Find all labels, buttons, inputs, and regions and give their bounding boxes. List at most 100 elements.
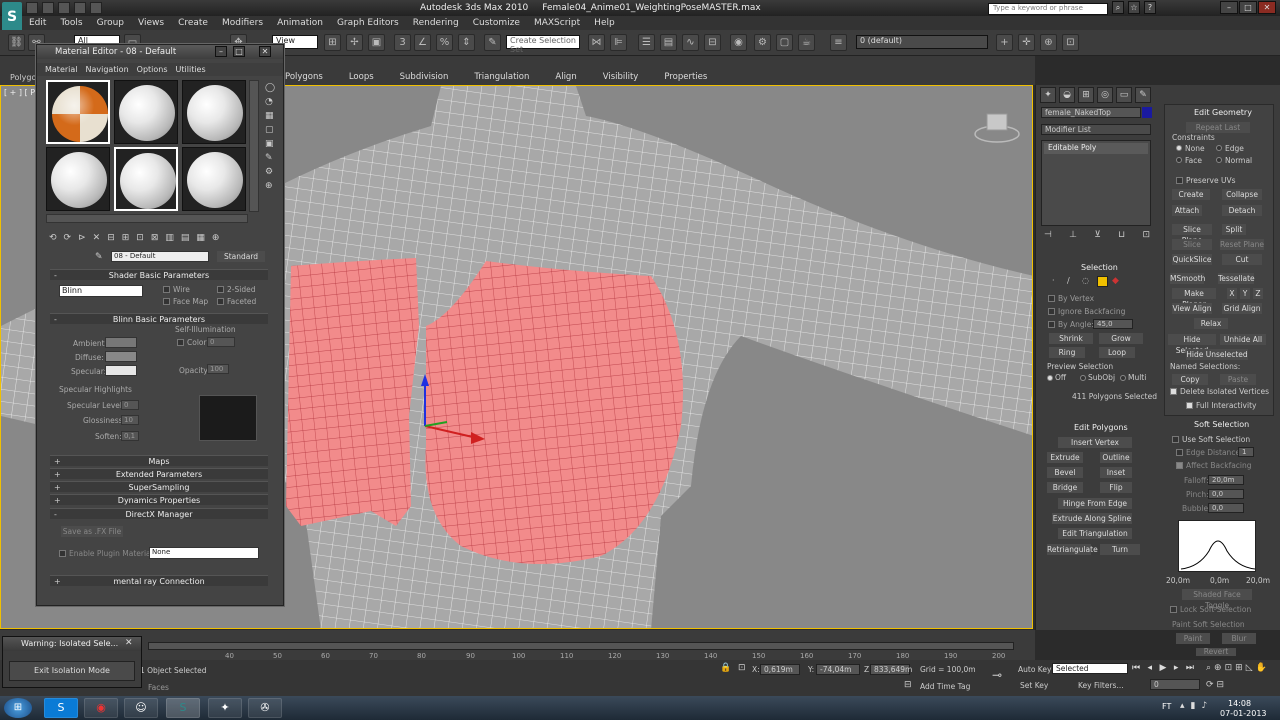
by-angle-checkbox[interactable] [1048,321,1055,328]
by-angle-value[interactable]: 45,0 [1093,319,1133,329]
orbit-icon[interactable]: ⟳ [1206,680,1214,694]
warning-close-icon[interactable]: ✕ [125,638,133,648]
constraint-edge-radio[interactable] [1216,145,1222,151]
material-slot-2[interactable] [114,80,178,144]
chrome-taskbar-icon[interactable]: ◉ [84,698,118,718]
auto-key-button[interactable]: Auto Key [1018,665,1051,674]
video-check-icon[interactable]: ▣ [265,139,277,149]
put-to-library-icon[interactable]: ⊡ [136,233,144,245]
attach-button[interactable]: Attach [1172,205,1202,216]
assign-material-icon[interactable]: ⊳ [78,233,86,245]
layer-manager-icon[interactable]: ☰ [638,34,655,51]
menu-views[interactable]: Views [138,18,164,28]
soft-selection-header[interactable]: Soft Selection [1194,420,1249,429]
constraint-face-radio[interactable] [1176,157,1182,163]
render-frame-icon[interactable]: ▢ [776,34,793,51]
zoom-all-icon[interactable]: ⊕ [1214,663,1222,677]
select-manipulate-icon[interactable]: ✢ [346,34,363,51]
polygon-level-icon[interactable] [1097,276,1108,287]
close-button[interactable]: ✕ [1258,1,1276,14]
material-slot-5[interactable] [114,147,178,211]
skype-taskbar-icon[interactable]: S [44,698,78,718]
menu-modifiers[interactable]: Modifiers [222,18,263,28]
flip-button[interactable]: Flip [1100,482,1132,493]
shaded-face-toggle-button[interactable]: Shaded Face Toggle [1182,589,1252,610]
network-icon[interactable]: ▮ [1191,701,1196,715]
turn-button[interactable]: Turn [1100,544,1140,555]
shrink-button[interactable]: Shrink [1049,333,1093,344]
directx-rollout[interactable]: - DirectX Manager [50,508,268,519]
wire-checkbox[interactable] [163,286,170,293]
render-icon[interactable]: ☕ [798,34,815,51]
stack-item-editable-poly[interactable]: Editable Poly [1044,143,1148,154]
save-fx-button[interactable]: Save as .FX File [61,526,123,537]
remove-modifier-icon[interactable]: ⊔ [1118,230,1125,242]
self-illum-value[interactable]: 0 [207,337,235,347]
curve-editor-icon[interactable]: ∿ [682,34,699,51]
self-illum-color-checkbox[interactable] [177,339,184,346]
shader-dropdown[interactable]: Blinn [59,285,143,297]
detach-button[interactable]: Detach [1222,205,1262,216]
time-tag-icon[interactable]: ⊟ [904,680,912,690]
material-slot-6[interactable] [182,147,246,211]
play-icon[interactable]: ▶ [1160,663,1167,675]
named-selection-dropdown[interactable]: Create Selection Set [506,35,580,54]
viewcube[interactable] [974,113,1020,143]
redo-icon[interactable] [90,2,102,14]
menu-tools[interactable]: Tools [60,18,82,28]
make-unique-icon[interactable]: ⊻ [1094,230,1101,242]
cut-button[interactable]: Cut [1222,254,1262,265]
menu-animation[interactable]: Animation [277,18,323,28]
search-icon[interactable]: ⌕ [1112,1,1124,14]
edge-distance-value[interactable]: 1 [1238,447,1254,457]
edit-named-sel-icon[interactable]: ✎ [484,34,501,51]
preview-multi-radio[interactable] [1120,375,1126,381]
utilities-panel-icon[interactable]: ✎ [1135,87,1151,103]
relax-button[interactable]: Relax [1194,318,1228,329]
tab-polygons[interactable]: Polygons [285,72,323,85]
me-close-button[interactable]: ✕ [259,46,271,57]
show-end-result-icon[interactable]: ▤ [181,233,190,245]
supersampling-rollout[interactable]: + SuperSampling [50,481,268,492]
hide-unselected-button[interactable]: Hide Unselected [1186,349,1248,360]
quickslice-button[interactable]: QuickSlice [1172,254,1212,265]
link-icon[interactable]: ⛓ [8,34,25,51]
falloff-value[interactable]: 20,0m [1208,475,1244,485]
menu-graph-editors[interactable]: Graph Editors [337,18,399,28]
tray-arrow-icon[interactable]: ▴ [1180,701,1185,715]
two-sided-checkbox[interactable] [217,286,224,293]
clock-time[interactable]: 14:08 [1228,699,1251,708]
ambient-swatch[interactable] [105,337,137,348]
pick-material-icon[interactable]: ✎ [95,252,103,262]
bubble-value[interactable]: 0,0 [1208,503,1244,513]
mirror-icon[interactable]: ⋈ [588,34,605,51]
language-indicator[interactable]: FT [1162,702,1171,711]
slots-hscrollbar[interactable] [46,214,248,223]
new-file-icon[interactable] [26,2,38,14]
blinn-rollout-header[interactable]: - Blinn Basic Parameters [50,313,268,324]
copy-button[interactable]: Copy [1172,374,1208,385]
align-icon[interactable]: ⊫ [610,34,627,51]
constraint-normal-radio[interactable] [1216,157,1222,163]
outline-button[interactable]: Outline [1100,452,1132,463]
tab-subdivision[interactable]: Subdivision [400,72,449,85]
exit-isolation-button[interactable]: Exit Isolation Mode [9,661,135,681]
edge-level-icon[interactable]: ∕ [1067,276,1078,287]
tab-properties[interactable]: Properties [664,72,707,85]
maps-rollout[interactable]: + Maps [50,455,268,466]
inset-button[interactable]: Inset [1100,467,1132,478]
pivot-icon[interactable]: ⊞ [324,34,341,51]
add-to-layer-icon[interactable]: ✛ [1018,34,1035,51]
y-coord-field[interactable]: -74,04m [816,664,860,675]
set-key-icon[interactable]: ⊸ [992,668,1002,682]
current-frame-field[interactable]: 0 [1150,679,1200,690]
schematic-view-icon[interactable]: ⊟ [704,34,721,51]
object-color-swatch[interactable] [1142,107,1152,118]
modifier-list-dropdown[interactable]: Modifier List [1041,124,1151,135]
create-layer-icon[interactable]: + [996,34,1013,51]
material-type-button[interactable]: Standard [217,251,265,262]
car-taskbar-icon[interactable]: ✇ [248,698,282,718]
field-of-view-icon[interactable]: ◺ [1246,663,1253,677]
pan-icon[interactable]: ✋ [1256,663,1267,677]
lock-selection-icon[interactable]: 🔒 [720,663,731,673]
